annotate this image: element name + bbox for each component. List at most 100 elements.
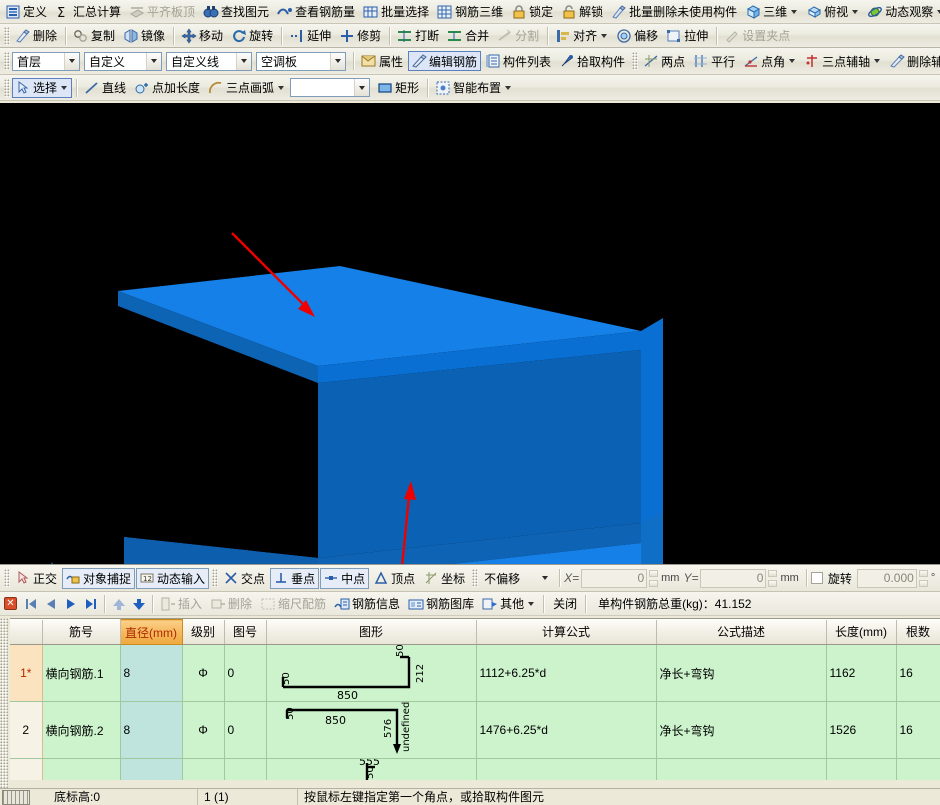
- cell-formula[interactable]: 1476+6.25*d: [476, 702, 656, 759]
- next-record-button[interactable]: [62, 595, 80, 613]
- toolbar-button-锁定[interactable]: 锁定: [508, 2, 557, 22]
- cell-grade[interactable]: Φ: [182, 645, 224, 702]
- toolbar-button-直线[interactable]: 直线: [81, 78, 130, 98]
- floor-select-dropdown-button[interactable]: [64, 53, 79, 70]
- toolbar-button-打断[interactable]: 打断: [394, 26, 443, 46]
- floor-select[interactable]: 首层: [12, 52, 80, 71]
- toolbar-button-钢筋图库[interactable]: 钢筋图库: [405, 594, 478, 614]
- cell-no[interactable]: 横向钢筋.2: [42, 702, 120, 759]
- cell-count[interactable]: 16: [896, 759, 940, 781]
- cell-formula[interactable]: 6.25*d+1606: [476, 759, 656, 781]
- toolbar-button-坐标[interactable]: 坐标: [420, 568, 469, 589]
- toolbar-button-编辑钢筋[interactable]: 编辑钢筋: [408, 51, 481, 71]
- y-coordinate-input[interactable]: 0: [700, 569, 766, 588]
- row-index-cell[interactable]: 3: [10, 759, 42, 781]
- toolbar-button-偏移[interactable]: 偏移: [613, 26, 662, 46]
- cell-grade[interactable]: Φ: [182, 759, 224, 781]
- cell-diameter[interactable]: 8: [120, 759, 182, 781]
- toolbar-button-智能布置[interactable]: 智能布置: [432, 78, 516, 98]
- draw-mode-dropdown-button[interactable]: [354, 79, 369, 96]
- row-index-cell[interactable]: 2: [10, 702, 42, 759]
- category-select-dropdown-button[interactable]: [146, 53, 161, 70]
- toolbar-button-合并[interactable]: 合并: [444, 26, 493, 46]
- cell-shape-diagram[interactable]: 50850576undefined: [266, 702, 476, 759]
- cell-shape-diagram[interactable]: 55550: [266, 759, 476, 781]
- toolbar-button-矩形[interactable]: 矩形: [374, 78, 423, 98]
- toolbar-button-动态观察[interactable]: 动态观察: [864, 2, 940, 22]
- rebar-table-container[interactable]: 筋号直径(mm)级别图号图形计算公式公式描述长度(mm)根数搭接损耗 1*横向钢…: [10, 618, 940, 780]
- toolbar-button-交点[interactable]: 交点: [220, 568, 269, 589]
- component-select-dropdown-button[interactable]: [330, 53, 345, 70]
- last-record-button[interactable]: [82, 595, 100, 613]
- toolbar-grip[interactable]: [4, 569, 10, 587]
- x-coordinate-input[interactable]: 0: [581, 569, 647, 588]
- cell-count[interactable]: 16: [896, 645, 940, 702]
- cell-no[interactable]: 横向钢筋.1: [42, 645, 120, 702]
- toolbar-button-正交[interactable]: 正交: [12, 568, 61, 589]
- cell-desc[interactable]: 净长+弯钩: [656, 645, 826, 702]
- chevron-down-icon[interactable]: [61, 86, 67, 90]
- draw-mode-select[interactable]: [290, 78, 370, 97]
- toolbar-button-三点画弧[interactable]: 三点画弧: [205, 78, 289, 98]
- x-coordinate-input-spinner[interactable]: [649, 570, 660, 587]
- cell-no[interactable]: 横向钢筋.3: [42, 759, 120, 781]
- rotate-input[interactable]: 0.000: [857, 569, 917, 588]
- toolbar-grip[interactable]: [4, 79, 10, 97]
- toolbar-grip[interactable]: [632, 52, 638, 70]
- offset-mode-select[interactable]: 不偏移: [480, 569, 552, 588]
- column-header-pic_no[interactable]: 图号: [224, 620, 266, 645]
- toolbar-grip[interactable]: [4, 27, 10, 45]
- grid-toggle-icon[interactable]: [2, 790, 30, 805]
- y-coordinate-input-spinner[interactable]: [768, 570, 779, 587]
- cell-pic_no[interactable]: 0: [224, 702, 266, 759]
- chevron-down-icon[interactable]: [791, 10, 797, 14]
- toolbar-button-平行[interactable]: 平行: [690, 51, 739, 71]
- rotate-spinner[interactable]: [919, 570, 930, 587]
- column-header-length[interactable]: 长度(mm): [826, 620, 896, 645]
- prev-record-button[interactable]: [42, 595, 60, 613]
- toolbar-button-旋转[interactable]: 旋转: [228, 26, 277, 46]
- toolbar-button-两点[interactable]: 两点: [640, 51, 689, 71]
- toolbar-button-汇总计算[interactable]: Σ汇总计算: [52, 2, 125, 22]
- toolbar-grip[interactable]: [472, 569, 478, 587]
- row-index-cell[interactable]: 1*: [10, 645, 42, 702]
- toolbar-button-拾取构件[interactable]: 拾取构件: [556, 51, 629, 71]
- toolbar-button-删除辅轴[interactable]: 删除辅轴: [886, 51, 940, 71]
- toolbar-button-关闭[interactable]: 关闭: [548, 594, 581, 614]
- cell-desc[interactable]: 弯钩+净长: [656, 759, 826, 781]
- toolbar-button-点加长度[interactable]: 点加长度: [131, 78, 204, 98]
- toolbar-button-三点辅轴[interactable]: 三点辅轴: [801, 51, 885, 71]
- column-header-dia[interactable]: 直径(mm): [120, 620, 182, 645]
- column-header-count[interactable]: 根数: [896, 620, 940, 645]
- toolbar-button-复制[interactable]: 复制: [70, 26, 119, 46]
- cell-length[interactable]: 736: [826, 759, 896, 781]
- close-icon[interactable]: ✕: [4, 597, 17, 610]
- cell-shape-diagram[interactable]: 5085021250: [266, 645, 476, 702]
- cell-length[interactable]: 1526: [826, 702, 896, 759]
- rotate-checkbox[interactable]: [811, 572, 823, 584]
- column-header-no[interactable]: 筋号: [42, 620, 120, 645]
- component-select[interactable]: 空调板: [256, 52, 346, 71]
- toolbar-button-钢筋三维[interactable]: 钢筋三维: [434, 2, 507, 22]
- toolbar-button-延伸[interactable]: 延伸: [286, 26, 335, 46]
- cell-pic_no[interactable]: 0: [224, 645, 266, 702]
- toolbar-button-俯视[interactable]: 俯视: [803, 2, 863, 22]
- toolbar-button-垂点[interactable]: 垂点: [270, 568, 319, 589]
- chevron-down-icon[interactable]: [528, 602, 534, 606]
- cell-diameter[interactable]: 8: [120, 645, 182, 702]
- offset-mode-dropdown-button[interactable]: [537, 570, 552, 587]
- toolbar-button-删除[interactable]: 删除: [12, 26, 61, 46]
- toolbar-button-修剪[interactable]: 修剪: [336, 26, 385, 46]
- toolbar-button-构件列表[interactable]: 构件列表: [482, 51, 555, 71]
- toolbar-button-镜像[interactable]: 镜像: [120, 26, 169, 46]
- chevron-down-icon[interactable]: [852, 10, 858, 14]
- toolbar-button-属性[interactable]: 属性: [358, 51, 407, 71]
- chevron-down-icon[interactable]: [601, 34, 607, 38]
- toolbar-button-动态输入[interactable]: 12动态输入: [136, 568, 209, 589]
- column-header-formula[interactable]: 计算公式: [476, 620, 656, 645]
- toolbar-button-查看钢筋量[interactable]: 查看钢筋量: [274, 2, 359, 22]
- 3d-model[interactable]: Z: [0, 103, 940, 564]
- toolbar-button-对齐[interactable]: 对齐: [552, 26, 612, 46]
- table-row[interactable]: 2横向钢筋.28Φ050850576undefined1476+6.25*d净长…: [10, 702, 940, 759]
- toolbar-button-中点[interactable]: 中点: [320, 568, 369, 589]
